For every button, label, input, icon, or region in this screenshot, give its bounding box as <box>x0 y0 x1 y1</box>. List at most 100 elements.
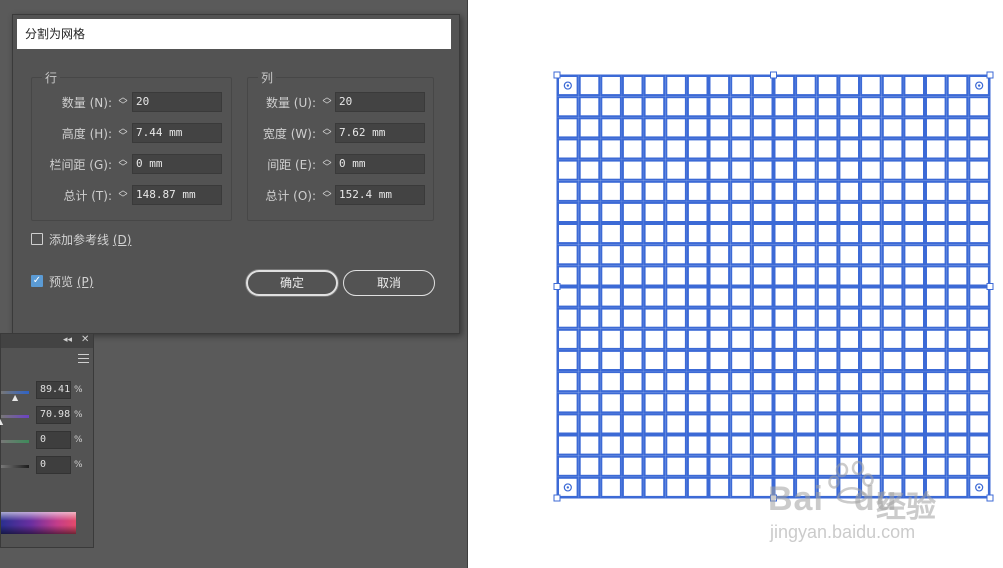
grid-cell[interactable] <box>903 96 925 118</box>
grid-cell[interactable] <box>968 307 990 329</box>
rows-gutter-stepper[interactable]: ︿ ﹀ <box>116 156 130 174</box>
grid-cell[interactable] <box>881 201 904 223</box>
grid-cell[interactable] <box>838 265 860 287</box>
grid-cell[interactable] <box>730 434 752 456</box>
grid-cell[interactable] <box>968 455 990 477</box>
grid-cell[interactable] <box>557 392 579 414</box>
grid-cell[interactable] <box>838 159 860 181</box>
grid-cell[interactable] <box>946 328 969 350</box>
grid-cell[interactable] <box>730 265 752 287</box>
grid-cell[interactable] <box>665 307 687 329</box>
cancel-button[interactable]: 取消 <box>343 270 435 296</box>
grid-cell[interactable] <box>686 349 709 371</box>
grid-cell[interactable] <box>665 159 687 181</box>
rows-gutter-input[interactable]: 0 mm <box>132 154 222 174</box>
chevron-down-icon[interactable]: ﹀ <box>320 195 334 204</box>
grid-cell[interactable] <box>795 413 817 435</box>
grid-cell[interactable] <box>946 159 969 181</box>
grid-cell[interactable] <box>708 349 731 371</box>
grid-cell[interactable] <box>795 265 817 287</box>
columns-number-input[interactable]: 20 <box>335 92 425 112</box>
grid-cell[interactable] <box>816 159 839 181</box>
grid-cell[interactable] <box>643 244 666 266</box>
grid-cell[interactable] <box>621 96 644 118</box>
columns-gutter-input[interactable]: 0 mm <box>335 154 425 174</box>
grid-cell[interactable] <box>686 413 709 435</box>
grid-cell[interactable] <box>860 180 882 202</box>
grid-cell[interactable] <box>578 307 601 329</box>
grid-cell[interactable] <box>708 392 731 414</box>
grid-cell[interactable] <box>925 265 947 287</box>
collapse-panel-icon[interactable]: ◂◂ <box>63 335 72 345</box>
grid-cell[interactable] <box>773 75 796 97</box>
columns-width-stepper[interactable]: ︿ ﹀ <box>320 125 334 143</box>
grid-cell[interactable] <box>751 138 774 160</box>
grid-cell[interactable] <box>708 265 731 287</box>
grid-cell[interactable] <box>773 201 796 223</box>
grid-cell[interactable] <box>946 96 969 118</box>
grid-cell[interactable] <box>860 328 882 350</box>
grid-cell[interactable] <box>925 392 947 414</box>
grid-cell[interactable] <box>600 392 622 414</box>
grid-cell[interactable] <box>925 371 947 393</box>
grid-cell[interactable] <box>925 180 947 202</box>
color-spectrum-ramp[interactable] <box>1 512 76 534</box>
grid-cell[interactable] <box>557 201 579 223</box>
grid-cell[interactable] <box>708 455 731 477</box>
grid-cell[interactable] <box>838 201 860 223</box>
grid-cell[interactable] <box>708 286 731 308</box>
grid-cell[interactable] <box>621 159 644 181</box>
grid-cell[interactable] <box>578 349 601 371</box>
grid-cell[interactable] <box>946 138 969 160</box>
grid-cell[interactable] <box>686 476 709 498</box>
grid-cell[interactable] <box>838 307 860 329</box>
grid-cell[interactable] <box>816 328 839 350</box>
grid-cell[interactable] <box>621 328 644 350</box>
grid-cell[interactable] <box>578 96 601 118</box>
grid-cell[interactable] <box>686 286 709 308</box>
grid-cell[interactable] <box>881 307 904 329</box>
grid-cell[interactable] <box>773 349 796 371</box>
grid-cell[interactable] <box>860 371 882 393</box>
grid-cell[interactable] <box>968 265 990 287</box>
grid-cell[interactable] <box>665 455 687 477</box>
grid-cell[interactable] <box>557 244 579 266</box>
grid-cell[interactable] <box>881 328 904 350</box>
grid-cell[interactable] <box>557 138 579 160</box>
grid-cell[interactable] <box>751 307 774 329</box>
grid-cell[interactable] <box>686 159 709 181</box>
grid-cell[interactable] <box>816 349 839 371</box>
grid-cell[interactable] <box>621 413 644 435</box>
grid-cell[interactable] <box>730 371 752 393</box>
grid-cell[interactable] <box>816 180 839 202</box>
grid-cell[interactable] <box>946 392 969 414</box>
grid-cell[interactable] <box>557 159 579 181</box>
grid-cell[interactable] <box>686 223 709 245</box>
grid-cell[interactable] <box>816 138 839 160</box>
grid-cell[interactable] <box>816 392 839 414</box>
grid-cell[interactable] <box>600 413 622 435</box>
grid-cell[interactable] <box>795 349 817 371</box>
grid-cell[interactable] <box>557 223 579 245</box>
grid-cell[interactable] <box>557 349 579 371</box>
grid-cell[interactable] <box>838 223 860 245</box>
grid-cell[interactable] <box>860 244 882 266</box>
grid-cell[interactable] <box>795 201 817 223</box>
grid-cell[interactable] <box>600 96 622 118</box>
grid-cell[interactable] <box>665 138 687 160</box>
grid-cell[interactable] <box>578 455 601 477</box>
grid-cell[interactable] <box>600 476 622 498</box>
grid-cell[interactable] <box>578 201 601 223</box>
grid-cell[interactable] <box>643 159 666 181</box>
grid-cell[interactable] <box>816 307 839 329</box>
grid-cell[interactable] <box>665 244 687 266</box>
grid-cell[interactable] <box>860 392 882 414</box>
grid-cell[interactable] <box>838 244 860 266</box>
grid-cell[interactable] <box>816 75 839 97</box>
grid-cell[interactable] <box>925 75 947 97</box>
rows-number-input[interactable]: 20 <box>132 92 222 112</box>
grid-cell[interactable] <box>881 159 904 181</box>
grid-cell[interactable] <box>578 265 601 287</box>
grid-cell[interactable] <box>881 413 904 435</box>
grid-cell[interactable] <box>925 328 947 350</box>
